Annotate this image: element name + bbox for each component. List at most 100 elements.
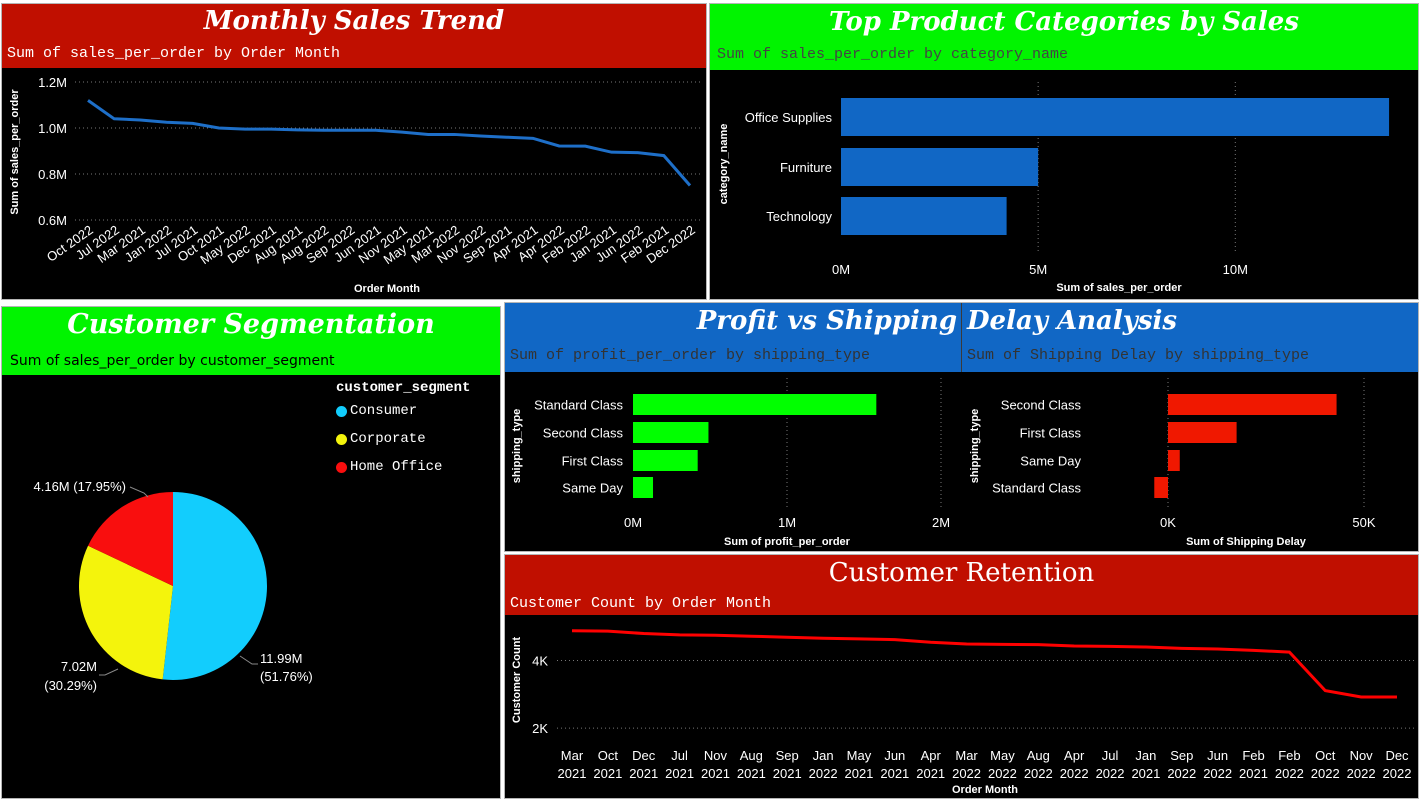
profit-delay-panel: Profit vs Shipping Delay Analysis Sum of…	[504, 302, 1419, 552]
x-tick-month: May	[847, 748, 872, 763]
y-tick-label: 2K	[532, 721, 548, 736]
y-tick-label: Furniture	[780, 160, 832, 175]
segmentation-pie-chart: 11.99M (51.76%) 7.02M (30.29%) 4.16M (17.95%…	[34, 479, 313, 693]
x-tick-label: 5M	[1029, 262, 1047, 277]
x-tick-month: Nov	[1350, 748, 1374, 763]
profit-bar-first-class	[633, 450, 698, 471]
x-tick-year: 2022	[1060, 766, 1089, 781]
x-tick-year: 2021	[773, 766, 802, 781]
x-tick-year: 2022	[1347, 766, 1376, 781]
x-tick-month: Jul	[1102, 748, 1119, 763]
sales-line	[87, 99, 692, 187]
x-tick-year: 2022	[988, 766, 1017, 781]
delay-bar-same-day	[1168, 450, 1180, 471]
y-tick-label: First Class	[562, 454, 624, 469]
x-tick-year: 2022	[1096, 766, 1125, 781]
y-tick-label: Office Supplies	[745, 110, 833, 125]
y-tick-label: 4K	[532, 654, 548, 669]
x-tick-month: Jun	[1207, 748, 1228, 763]
x-tick-month: Sep	[1170, 748, 1193, 763]
x-tick-year: 2022	[1275, 766, 1304, 781]
y-tick-label: 1.2M	[38, 75, 67, 90]
y-tick-label: Second Class	[1001, 398, 1082, 413]
delay-bar-first-class	[1168, 422, 1237, 443]
x-tick-month: Sep	[776, 748, 799, 763]
leader-line	[239, 655, 258, 665]
x-tick-month: Apr	[921, 748, 942, 763]
monthly-sales-chart: 0.6M0.8M1.0M1.2MOct 2022Jul 2022Mar 2021…	[9, 75, 702, 295]
x-tick-month: Mar	[955, 748, 978, 763]
x-tick-year: 2021	[880, 766, 909, 781]
x-tick-month: Feb	[1278, 748, 1300, 763]
x-tick-year: 2021	[1131, 766, 1160, 781]
profit-bar-same-day	[633, 477, 654, 498]
x-tick-label: 1M	[778, 515, 796, 530]
x-axis-title: Order Month	[952, 784, 1018, 796]
x-tick-month: Jan	[1135, 748, 1156, 763]
x-tick-month: Oct	[598, 748, 619, 763]
y-axis-title: shipping_type	[511, 409, 523, 484]
monthly-sales-panel: Monthly Sales Trend Sum of sales_per_ord…	[1, 3, 707, 300]
x-tick-month: Mar	[561, 748, 584, 763]
x-tick-year: 2021	[629, 766, 658, 781]
y-tick-label: 0.6M	[38, 213, 67, 228]
x-tick-year: 2022	[952, 766, 981, 781]
x-tick-year: 2022	[809, 766, 838, 781]
top-categories-chart: 0M 5M 10M Office Supplies Furniture Technolog…	[718, 82, 1390, 294]
delay-bar-second-class	[1168, 394, 1337, 415]
x-tick-year: 2021	[1239, 766, 1268, 781]
segmentation-panel: Customer Segmentation Sum of sales_per_o…	[1, 306, 501, 799]
x-tick-year: 2021	[737, 766, 766, 781]
y-tick-label: Standard Class	[992, 481, 1081, 496]
leader-line	[129, 486, 149, 498]
retention-chart: 2K 4K Mar 2021 Oct 2021 Dec 2021 Jul 2021 Nov 2021 A…	[511, 629, 1415, 796]
delay-bar-standard-class	[1154, 477, 1168, 498]
x-tick-year: 2022	[1311, 766, 1340, 781]
x-tick-year: 2021	[844, 766, 873, 781]
x-tick-month: Oct	[1315, 748, 1336, 763]
x-tick-month: Dec	[1385, 748, 1409, 763]
profit-bar-second-class	[633, 422, 709, 443]
retention-panel: Customer Retention Customer Count by Ord…	[504, 554, 1419, 799]
y-tick-label: 0.8M	[38, 167, 67, 182]
x-tick-year: 2021	[665, 766, 694, 781]
x-tick-month: Apr	[1064, 748, 1085, 763]
x-tick-label: 0M	[624, 515, 642, 530]
data-label: (51.76%)	[260, 669, 313, 684]
x-tick-month: Jul	[671, 748, 688, 763]
x-tick-year: 2022	[1383, 766, 1412, 781]
x-tick-month: Feb	[1242, 748, 1264, 763]
x-tick-label: 10M	[1223, 262, 1248, 277]
y-tick-label: Second Class	[543, 426, 624, 441]
y-tick-label: Technology	[766, 209, 832, 224]
x-tick-year: 2022	[1167, 766, 1196, 781]
x-tick-month: Aug	[740, 748, 763, 763]
data-label: (30.29%)	[44, 678, 97, 693]
x-tick-label: 2M	[932, 515, 950, 530]
y-axis-title: Sum of sales_per_order	[9, 89, 21, 215]
x-axis-title: Sum of sales_per_order	[1056, 282, 1182, 294]
profit-bar-chart: 0M 1M 2M Standard Class Second Class First Cl…	[511, 378, 1376, 548]
x-tick-year: 2022	[1024, 766, 1053, 781]
top-categories-panel: Top Product Categories by Sales Sum of s…	[709, 3, 1419, 300]
profit-bar-standard-class	[633, 394, 877, 415]
x-tick-label: 50K	[1352, 515, 1375, 530]
x-tick-month: May	[990, 748, 1015, 763]
x-axis-title: Sum of Shipping Delay	[1186, 536, 1307, 548]
x-axis-title: Sum of profit_per_order	[724, 536, 851, 548]
x-tick-label: 0K	[1160, 515, 1176, 530]
y-tick-label: Standard Class	[534, 398, 623, 413]
data-label: 4.16M (17.95%)	[34, 479, 127, 494]
bar-furniture	[841, 148, 1039, 186]
bar-office-supplies	[841, 98, 1390, 136]
y-axis-title: Customer Count	[511, 637, 523, 724]
bar-technology	[841, 197, 1007, 235]
x-tick-label: 0M	[832, 262, 850, 277]
data-label: 11.99M	[260, 651, 302, 666]
x-tick-year: 2021	[916, 766, 945, 781]
x-tick-month: Jun	[884, 748, 905, 763]
y-axis-title: shipping_type	[969, 409, 981, 484]
y-axis-title: category_name	[718, 124, 730, 205]
leader-line	[99, 668, 119, 676]
y-tick-label: First Class	[1020, 426, 1082, 441]
